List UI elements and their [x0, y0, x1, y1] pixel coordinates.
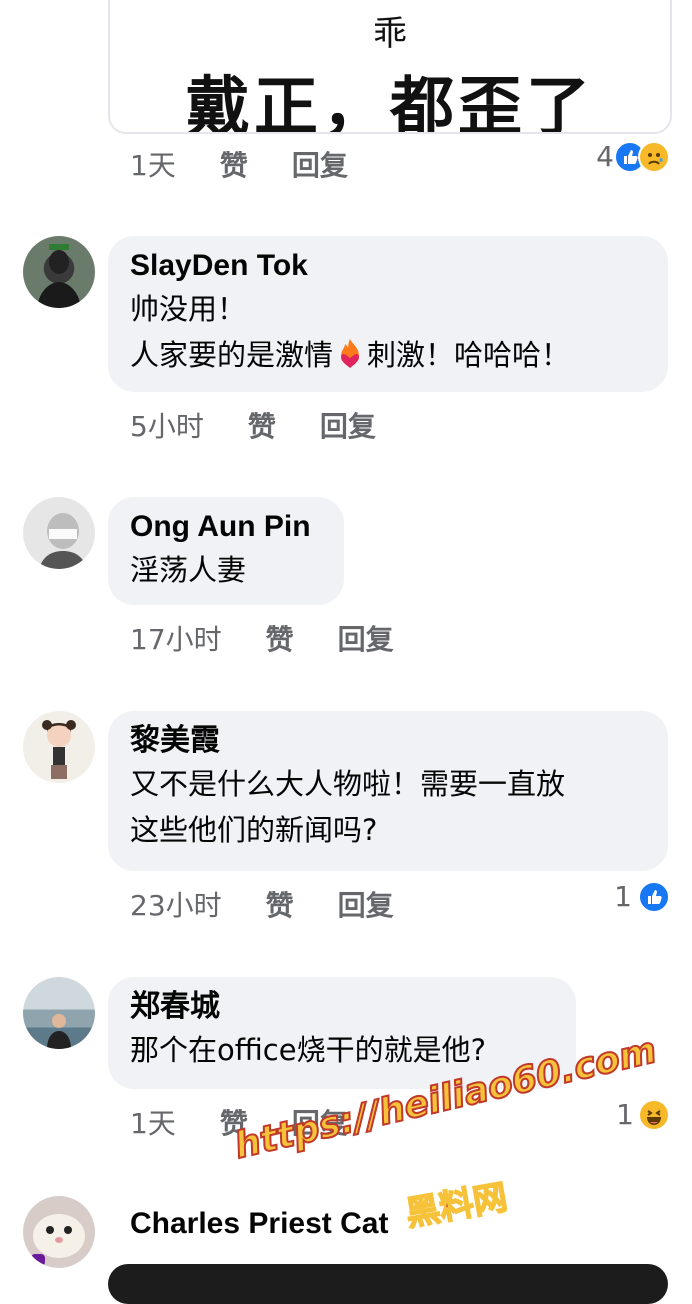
comment-bubble: 郑春城 那个在office烧干的就是他?: [108, 977, 576, 1089]
comment-text: 帅没用！: [130, 292, 247, 326]
reaction-summary[interactable]: 1: [614, 880, 670, 913]
comment-actions: 17小时 赞 回复: [130, 618, 394, 658]
comment-actions: 5小时 赞 回复: [130, 405, 376, 445]
comment-text: 又不是什么大人物啦！需要一直放: [130, 767, 566, 801]
reply-button[interactable]: 回复: [292, 1102, 348, 1142]
reaction-count: 1: [614, 880, 632, 913]
comment-time[interactable]: 1天: [130, 1102, 176, 1142]
like-button[interactable]: 赞: [248, 405, 276, 445]
reaction-count: 4: [596, 140, 614, 173]
reply-button[interactable]: 回复: [338, 618, 394, 658]
comment-image[interactable]: 乖 戴正，都歪了: [108, 0, 672, 134]
comment-bubble: SlayDen Tok 帅没用！ 人家要的是激情 刺激！哈哈哈！: [108, 236, 668, 392]
avatar[interactable]: [23, 236, 95, 308]
reply-button[interactable]: 回复: [292, 144, 348, 184]
comment-text-part: 刺激！哈哈哈！: [367, 338, 571, 372]
avatar[interactable]: [23, 711, 95, 783]
comment-image[interactable]: [108, 1264, 668, 1304]
image-text-small: 乖: [373, 14, 407, 54]
commenter-name[interactable]: 郑春城: [130, 987, 554, 1027]
comment-bubble: Ong Aun Pin 淫荡人妻: [108, 497, 344, 605]
comment-text-line2: 这些他们的新闻吗?: [130, 813, 378, 847]
reply-button[interactable]: 回复: [338, 884, 394, 924]
comment-time[interactable]: 17小时: [130, 618, 222, 658]
comment-bubble: 黎美霞 又不是什么大人物啦！需要一直放 这些他们的新闻吗?: [108, 711, 668, 871]
comment-time[interactable]: 1天: [130, 144, 176, 184]
like-button[interactable]: 赞: [266, 884, 294, 924]
avatar[interactable]: [23, 1196, 95, 1268]
avatar[interactable]: [23, 497, 95, 569]
haha-reaction-icon: [638, 1098, 670, 1131]
reaction-summary[interactable]: 4: [596, 140, 670, 173]
commenter-name[interactable]: 黎美霞: [130, 721, 646, 761]
comment-text-part: 人家要的是激情: [130, 338, 334, 372]
comment-actions: 1天 赞 回复: [130, 144, 348, 184]
comment-text: 淫荡人妻: [130, 553, 247, 587]
comment-text-line2: 人家要的是激情 刺激！哈哈哈！: [130, 332, 646, 378]
like-button[interactable]: 赞: [220, 1102, 248, 1142]
avatar[interactable]: [23, 977, 95, 1049]
reaction-count: 1: [616, 1098, 634, 1131]
heart-on-fire-icon: [335, 337, 365, 371]
comment-actions: 23小时 赞 回复: [130, 884, 394, 924]
like-button[interactable]: 赞: [266, 618, 294, 658]
comment-time[interactable]: 23小时: [130, 884, 222, 924]
reply-button[interactable]: 回复: [320, 405, 376, 445]
reaction-summary[interactable]: 1: [616, 1098, 670, 1131]
image-text-big: 戴正，都歪了: [186, 71, 594, 134]
commenter-name[interactable]: Charles Priest Cat: [130, 1204, 388, 1244]
commenter-name[interactable]: Ong Aun Pin: [130, 507, 322, 547]
comment-time[interactable]: 5小时: [130, 405, 204, 445]
watermark-label: 黑料网: [402, 1177, 511, 1236]
comment-actions: 1天 赞 回复: [130, 1102, 348, 1142]
like-reaction-icon: [638, 880, 670, 913]
sad-reaction-icon: [638, 140, 670, 173]
commenter-name[interactable]: SlayDen Tok: [130, 246, 646, 286]
comment-text: 那个在office烧干的就是他?: [130, 1033, 486, 1067]
like-button[interactable]: 赞: [220, 144, 248, 184]
